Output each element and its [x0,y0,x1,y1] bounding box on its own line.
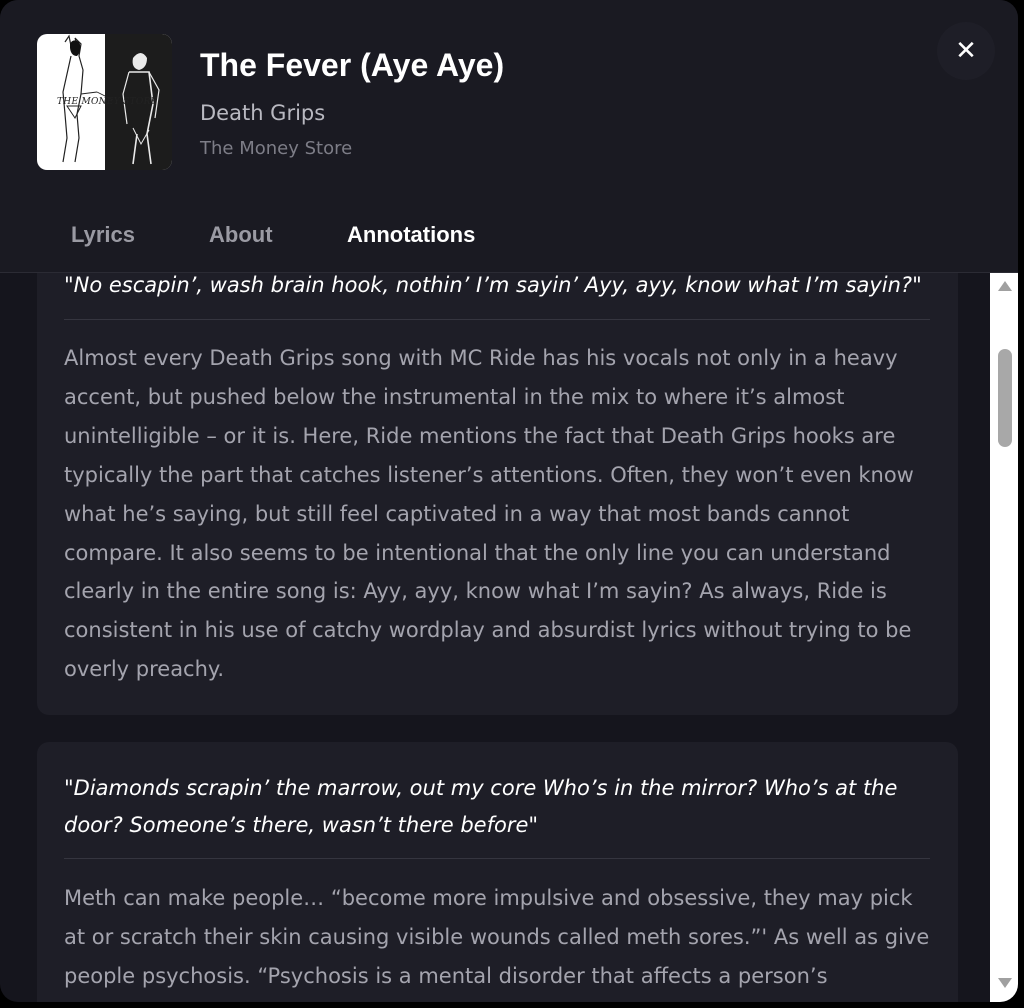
artist-name[interactable]: Death Grips [200,101,325,125]
vertical-scrollbar[interactable] [990,273,1018,1002]
song-title: The Fever (Aye Aye) [200,47,505,83]
tab-annotations[interactable]: Annotations [347,222,475,248]
album-name[interactable]: The Money Store [200,138,352,159]
scroll-up-icon[interactable] [998,281,1012,291]
annotation-quote: "No escapin’, wash brain hook, nothin’ I… [64,273,922,297]
annotation-divider [64,858,930,859]
tab-bar: Lyrics About Annotations [0,210,700,266]
tab-about[interactable]: About [209,222,273,248]
song-details-modal: THE MONEY STORE The Fever (Aye Aye) Deat… [0,0,1018,1002]
annotations-panel[interactable]: "No escapin’, wash brain hook, nothin’ I… [0,273,990,1002]
scrollbar-thumb[interactable] [998,349,1012,447]
annotation-card: "No escapin’, wash brain hook, nothin’ I… [37,273,958,715]
annotation-card: "Diamonds scrapin’ the marrow, out my co… [37,742,958,1002]
annotation-quote: "Diamonds scrapin’ the marrow, out my co… [64,776,898,837]
album-cover-title: THE MONEY STORE [57,97,158,107]
album-cover: THE MONEY STORE [37,34,172,170]
scroll-down-icon[interactable] [998,978,1012,988]
song-header: THE MONEY STORE The Fever (Aye Aye) Deat… [0,0,1018,273]
close-icon: ✕ [955,36,977,66]
tab-lyrics[interactable]: Lyrics [71,222,135,248]
annotation-divider [64,319,930,320]
annotation-body: Meth can make people… “become more impul… [64,886,930,988]
annotation-body: Almost every Death Grips song with MC Ri… [64,346,914,682]
close-button[interactable]: ✕ [937,22,995,80]
